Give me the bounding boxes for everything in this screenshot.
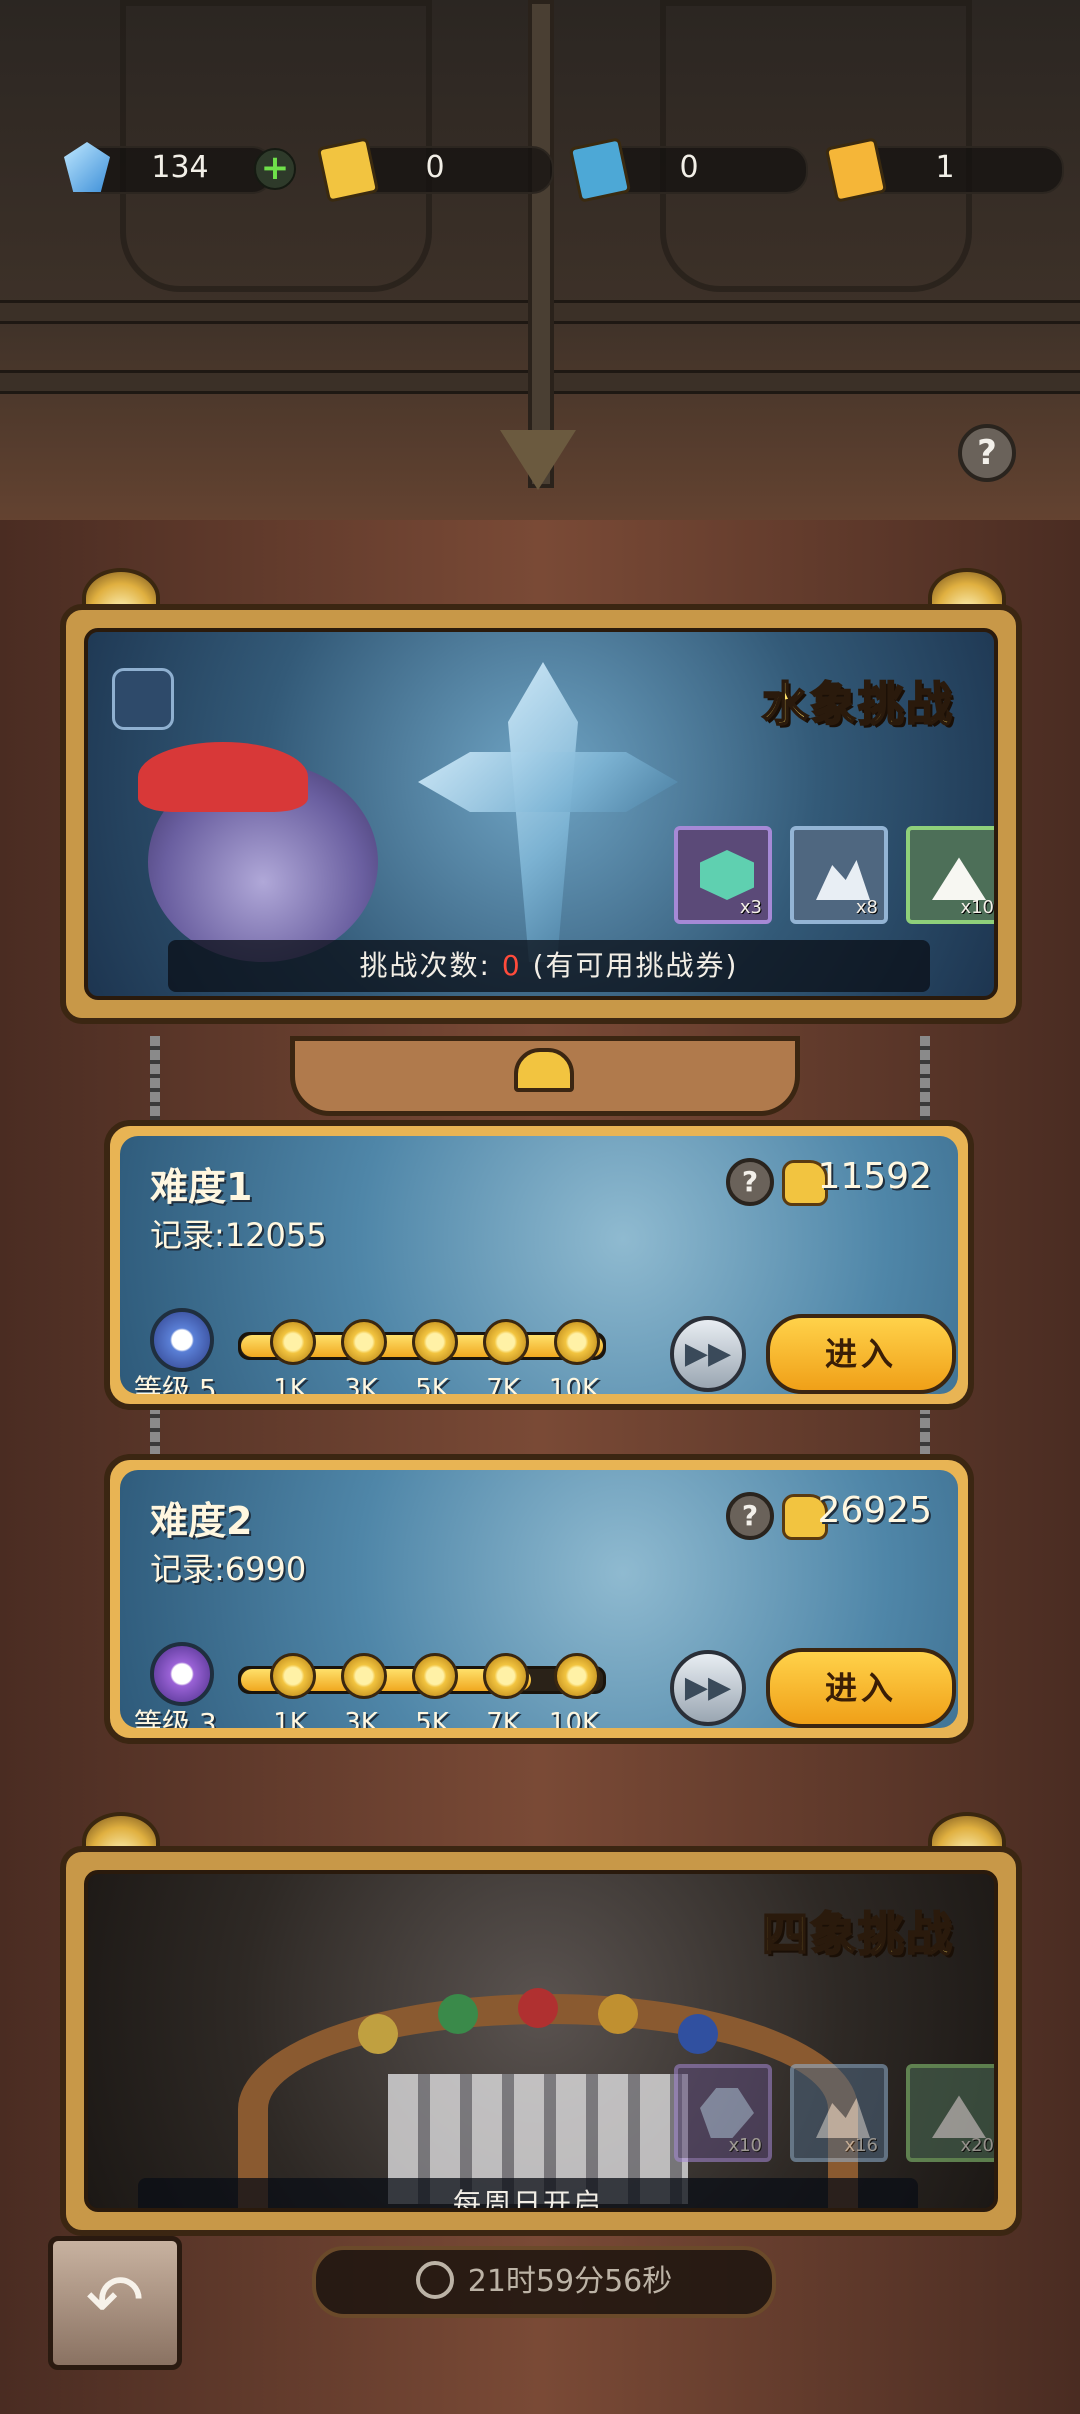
difficulty-card-2[interactable]: 难度2 记录:6990 ? 26925 等级.3 1K 3K 5K 7K 10K… (104, 1454, 974, 1744)
crystal-shard-icon (700, 2088, 754, 2138)
difficulty-help-button[interactable]: ? (726, 1158, 774, 1206)
milestone-label: 1K (273, 1708, 307, 1728)
gold-ticket-icon (316, 137, 380, 203)
attempts-label: 挑战次数: (359, 949, 491, 982)
power-value: 11592 (817, 1156, 932, 1197)
open-schedule-strip: 每周日开启 (138, 2178, 918, 2208)
difficulty-card-scene: 难度1 记录:12055 ? 11592 等级.5 1K 3K 5K 7K 10… (120, 1136, 958, 1394)
gem-light-icon (518, 1988, 558, 2028)
level-text: 等级.5 (134, 1373, 217, 1394)
milestone-coin-icon (412, 1653, 458, 1699)
ice-crystal-arm (418, 752, 678, 812)
level-text: 等级.3 (134, 1707, 217, 1728)
ice-crystal-image (508, 662, 578, 962)
four-challenge-panel[interactable]: 四象挑战 x10 x16 x20 每周日开启 (60, 1846, 1022, 2236)
countdown-text: 21时59分56秒 (467, 2264, 673, 2299)
milestone-label: 3K (344, 1708, 378, 1728)
enter-button[interactable]: 进入 (766, 1648, 956, 1728)
countdown-timer: 21时59分56秒 (312, 2246, 776, 2318)
gold-ticket-value: 0 (425, 150, 445, 185)
difficulty-help-button[interactable]: ? (726, 1492, 774, 1540)
milestone-label: 3K (344, 1374, 378, 1394)
sweep-button[interactable]: ▶▶ (670, 1650, 746, 1726)
milestone-coin-icon (270, 1653, 316, 1699)
difficulty-card-scene: 难度2 记录:6990 ? 26925 等级.3 1K 3K 5K 7K 10K… (120, 1470, 958, 1728)
milestone-coin-icon (270, 1319, 316, 1365)
gem-light-icon (358, 2014, 398, 2054)
milestone-label: 7K (486, 1374, 520, 1394)
ceiling-pole-tip (500, 430, 576, 490)
level-badge-icon (150, 1642, 214, 1706)
water-element-icon (112, 668, 174, 730)
milestone-coin-icon (483, 1653, 529, 1699)
gem-light-icon (678, 2014, 718, 2054)
attempts-value: 0 (501, 949, 522, 982)
milestone-coin-icon (341, 1319, 387, 1365)
reward-slot[interactable]: x10 (674, 2064, 772, 2162)
collapse-knob[interactable] (514, 1048, 574, 1092)
milestone-label: 10K (548, 1374, 600, 1394)
enter-button[interactable]: 进入 (766, 1314, 956, 1394)
attempts-note: (有可用挑战券) (532, 949, 739, 982)
difficulty-title: 难度1 (150, 1165, 253, 1209)
milestone-label: 10K (548, 1708, 600, 1728)
monster-red-cap (138, 742, 308, 812)
level-badge-icon (150, 1308, 214, 1372)
silver-ore-icon (816, 860, 870, 900)
reward-quantity: x16 (844, 2135, 878, 2156)
reward-slot[interactable]: x8 (790, 826, 888, 924)
mystery-box-icon (700, 850, 754, 900)
silver-ore-icon (816, 2098, 870, 2138)
milestone-label: 1K (273, 1374, 307, 1394)
milestone-coin-icon (412, 1319, 458, 1365)
reward-quantity: x20 (960, 2135, 994, 2156)
reward-slot[interactable]: x3 (674, 826, 772, 924)
difficulty-title: 难度2 (150, 1499, 253, 1543)
orange-ticket-value: 1 (935, 150, 955, 185)
clock-icon (415, 2260, 454, 2299)
reward-slot[interactable]: x10 (906, 826, 994, 924)
milestone-coin-icon (483, 1319, 529, 1365)
add-gem-button[interactable]: + (254, 148, 296, 190)
reward-quantity: x3 (739, 897, 762, 918)
orange-ticket-icon (824, 137, 888, 203)
gem-value: 134 (151, 150, 209, 185)
power-value: 26925 (817, 1490, 932, 1531)
reward-quantity: x10 (728, 2135, 762, 2156)
water-challenge-panel[interactable]: 水象挑战 x3 x8 x10 挑战次数: 0 (有可用挑战券) (60, 604, 1022, 1024)
panel-title: 四象挑战 (761, 1906, 954, 1962)
four-challenge-scene: 四象挑战 x10 x16 x20 每周日开启 (84, 1870, 998, 2212)
milestone-label: 7K (486, 1708, 520, 1728)
help-button[interactable]: ? (958, 424, 1016, 482)
milestone-label: 5K (415, 1374, 449, 1394)
attempts-strip: 挑战次数: 0 (有可用挑战券) (168, 940, 930, 992)
white-ore-icon (932, 2095, 986, 2138)
reward-slot[interactable]: x16 (790, 2064, 888, 2162)
milestone-label: 5K (415, 1708, 449, 1728)
white-ore-icon (932, 857, 986, 900)
gem-light-icon (598, 1994, 638, 2034)
milestone-coin-icon (554, 1319, 600, 1365)
record-text: 记录:6990 (150, 1550, 307, 1588)
panel-title: 水象挑战 (761, 676, 954, 732)
back-button[interactable]: ↶ (48, 2236, 182, 2370)
difficulty-card-1[interactable]: 难度1 记录:12055 ? 11592 等级.5 1K 3K 5K 7K 10… (104, 1120, 974, 1410)
milestone-coin-icon (341, 1653, 387, 1699)
reward-quantity: x8 (855, 897, 878, 918)
gem-light-icon (438, 1994, 478, 2034)
blue-ticket-icon (568, 137, 632, 203)
milestone-coin-icon (554, 1653, 600, 1699)
reward-slot[interactable]: x20 (906, 2064, 994, 2162)
water-challenge-scene: 水象挑战 x3 x8 x10 挑战次数: 0 (有可用挑战券) (84, 628, 998, 1000)
sweep-button[interactable]: ▶▶ (670, 1316, 746, 1392)
blue-ticket-value: 0 (679, 150, 699, 185)
ceiling-pole (528, 0, 554, 488)
reward-quantity: x10 (960, 897, 994, 918)
record-text: 记录:12055 (150, 1216, 327, 1254)
